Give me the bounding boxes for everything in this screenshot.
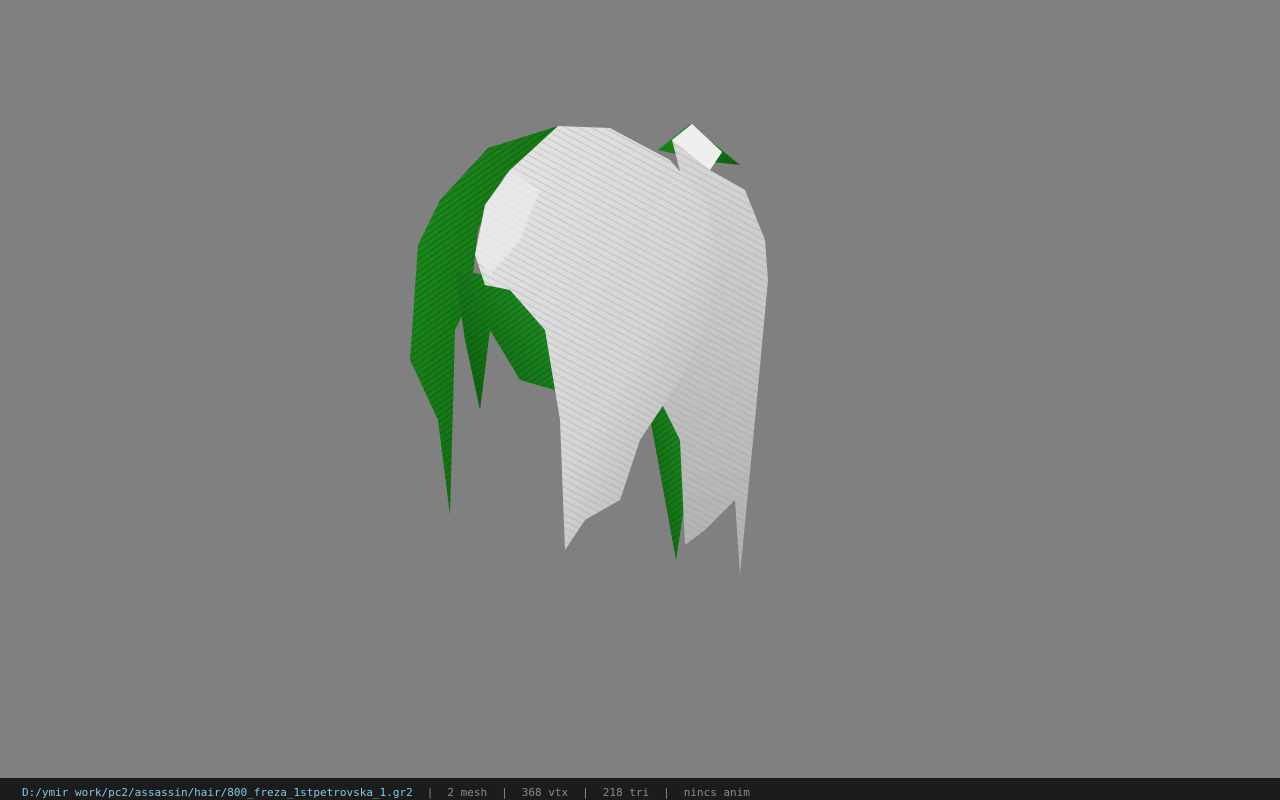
separator: | [582, 786, 589, 799]
separator: | [501, 786, 508, 799]
hair-model-render [410, 124, 768, 575]
separator: | [663, 786, 670, 799]
triangle-count-label: 218 tri [602, 786, 650, 799]
separator: | [426, 786, 434, 799]
animation-status-label: nincs anim [683, 786, 750, 799]
vertex-count-label: 368 vtx [521, 786, 569, 799]
status-bar: D:/ymir work/pc2/assassin/hair/800_freza… [0, 778, 1280, 800]
file-path-label: D:/ymir work/pc2/assassin/hair/800_freza… [22, 786, 413, 799]
3d-viewport[interactable] [0, 0, 1280, 778]
mesh-count-label: 2 mesh [447, 786, 488, 799]
